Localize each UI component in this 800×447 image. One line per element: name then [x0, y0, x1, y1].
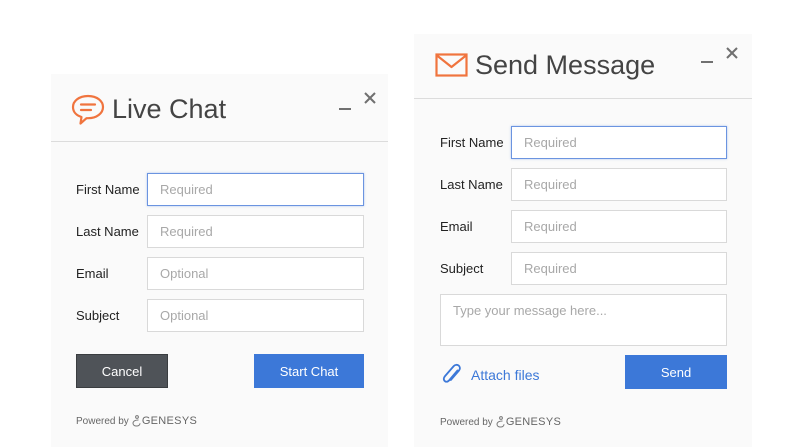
- send-message-title: Send Message: [475, 50, 656, 80]
- email-label: Email: [440, 219, 473, 234]
- genesys-logo-icon: [132, 415, 141, 427]
- email-input[interactable]: [147, 257, 364, 290]
- first-name-label: First Name: [76, 182, 140, 197]
- last-name-label: Last Name: [76, 224, 139, 239]
- first-name-input[interactable]: [147, 173, 364, 206]
- live-chat-panel: Live Chat First Name Last Name Email Sub…: [51, 74, 388, 447]
- live-chat-title: Live Chat: [112, 94, 227, 124]
- chat-bubble-icon: [71, 94, 105, 125]
- powered-by: Powered by GENESYS: [440, 416, 561, 428]
- first-name-input[interactable]: [511, 126, 727, 159]
- send-button[interactable]: Send: [625, 355, 727, 389]
- first-name-label: First Name: [440, 135, 504, 150]
- email-label: Email: [76, 266, 109, 281]
- genesys-brand: GENESYS: [141, 415, 198, 427]
- powered-by: Powered by GENESYS: [76, 415, 197, 427]
- powered-by-text: Powered by: [76, 415, 129, 427]
- minimize-icon[interactable]: [338, 98, 352, 112]
- last-name-input[interactable]: [511, 168, 727, 201]
- minimize-icon[interactable]: [700, 51, 714, 65]
- paperclip-icon: [442, 363, 461, 383]
- close-icon[interactable]: [725, 46, 739, 60]
- email-input[interactable]: [511, 210, 727, 243]
- subject-input[interactable]: [511, 252, 727, 285]
- subject-input[interactable]: [147, 299, 364, 332]
- last-name-label: Last Name: [440, 177, 503, 192]
- subject-label: Subject: [440, 261, 484, 276]
- live-chat-header: Live Chat: [51, 74, 388, 142]
- message-textarea[interactable]: [440, 294, 727, 346]
- attach-files-button[interactable]: Attach files: [442, 363, 539, 387]
- genesys-brand: GENESYS: [505, 416, 562, 428]
- envelope-icon: [435, 53, 468, 77]
- close-icon[interactable]: [363, 91, 377, 105]
- genesys-logo-icon: [496, 416, 505, 428]
- subject-label: Subject: [76, 308, 120, 323]
- attach-files-label: Attach files: [471, 367, 540, 383]
- powered-by-text: Powered by: [440, 416, 493, 428]
- send-message-header: Send Message: [414, 34, 752, 99]
- start-chat-button[interactable]: Start Chat: [254, 354, 364, 388]
- last-name-input[interactable]: [147, 215, 364, 248]
- cancel-button[interactable]: Cancel: [76, 354, 168, 388]
- send-message-panel: Send Message First Name Last Name Email …: [414, 34, 752, 447]
